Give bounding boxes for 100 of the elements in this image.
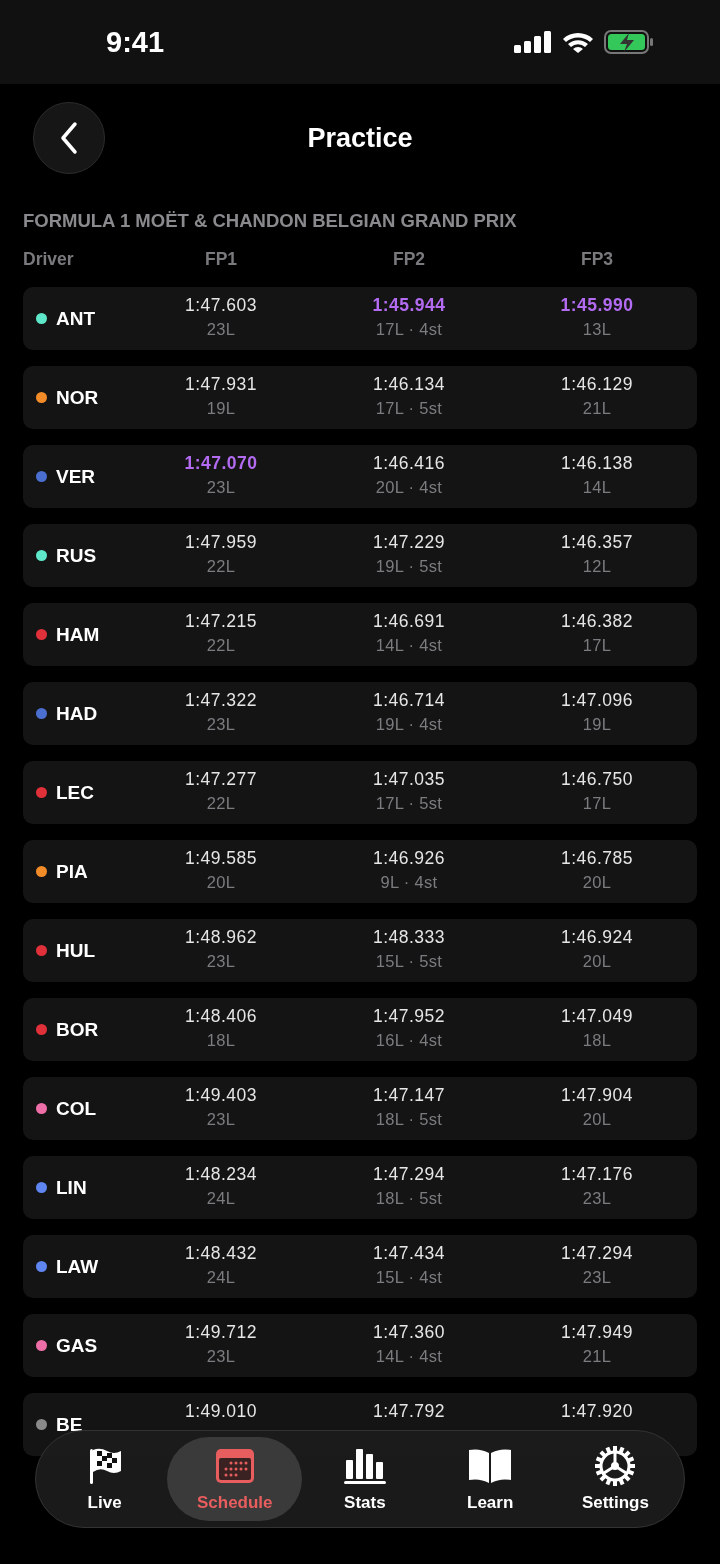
- lap-count: 23L: [206, 951, 236, 971]
- lap-count: 17L: [582, 793, 612, 813]
- lap-count: 22L: [206, 635, 236, 655]
- lap-time: 1:46.714: [372, 690, 446, 711]
- lap-count: 21L: [582, 398, 612, 418]
- lap-time: 1:47.035: [372, 769, 446, 790]
- lap-time: 1:46.691: [372, 611, 446, 632]
- lap-count: 18L: [206, 1030, 236, 1050]
- lap-count: 18L: [582, 1030, 612, 1050]
- lap-time: 1:49.712: [184, 1322, 258, 1343]
- lap-count: 14L · 4st: [375, 635, 443, 655]
- lap-count: 23L: [206, 714, 236, 734]
- lap-count: 22L: [206, 556, 236, 576]
- lap-time: 1:47.949: [560, 1322, 634, 1343]
- driver-code: LAW: [56, 1255, 99, 1278]
- lap-count: 24L: [206, 1188, 236, 1208]
- lap-time: 1:48.234: [184, 1164, 258, 1185]
- lap-time: 1:47.229: [372, 532, 446, 553]
- lap-count: 23L: [206, 319, 236, 339]
- lap-count: 21L: [582, 1346, 612, 1366]
- driver-code: GAS: [56, 1334, 98, 1357]
- calendar-icon: [214, 1448, 255, 1484]
- lap-time: 1:47.070: [184, 453, 258, 474]
- checkered-flag-icon: [87, 1447, 122, 1485]
- driver-code: VER: [56, 465, 96, 488]
- lap-time: 1:49.585: [184, 848, 258, 869]
- lap-time: 1:47.294: [372, 1164, 446, 1185]
- lap-count: 20L: [206, 872, 236, 892]
- lap-time: 1:46.750: [560, 769, 634, 790]
- wifi-icon: [562, 31, 594, 53]
- page-title: Practice: [307, 122, 413, 155]
- driver-row[interactable]: PIA 1:49.585 20L 1:46.926 9L · 4st 1:46.785 20L: [23, 840, 697, 903]
- lap-count: 23L: [582, 1188, 612, 1208]
- lap-count: 20L · 4st: [375, 477, 443, 497]
- driver-code: LIN: [56, 1176, 87, 1199]
- lap-count: 14L: [582, 477, 612, 497]
- lap-time: 1:46.382: [560, 611, 634, 632]
- driver-row[interactable]: HAD 1:47.322 23L 1:46.714 19L · 4st 1:47.096 19L: [23, 682, 697, 745]
- lap-time: 1:47.959: [184, 532, 258, 553]
- driver-row[interactable]: GAS 1:49.712 23L 1:47.360 14L · 4st 1:47.949 21L: [23, 1314, 697, 1377]
- lap-count: 15L · 5st: [375, 951, 443, 971]
- driver-code: PIA: [56, 860, 88, 883]
- column-header: FP1: [204, 248, 238, 270]
- lap-time: 1:47.096: [560, 690, 634, 711]
- settings-icon: [594, 1445, 637, 1487]
- lap-count: 9L · 4st: [380, 872, 438, 892]
- lap-count: 14L · 4st: [375, 1346, 443, 1366]
- lap-count: 13L: [582, 319, 612, 339]
- lap-time: 1:47.277: [184, 769, 258, 790]
- driver-row[interactable]: LAW 1:48.432 24L 1:47.434 15L · 4st 1:47.294 23L: [23, 1235, 697, 1298]
- lap-time: 1:48.333: [372, 927, 446, 948]
- column-header: FP2: [392, 248, 426, 270]
- lap-time: 1:47.215: [184, 611, 258, 632]
- lap-count: 19L · 5st: [375, 556, 443, 576]
- lap-time: 1:47.931: [184, 374, 258, 395]
- lap-count: 19L: [582, 714, 612, 734]
- driver-row[interactable]: COL 1:49.403 23L 1:47.147 18L · 5st 1:47.904 20L: [23, 1077, 697, 1140]
- lap-time: 1:47.434: [372, 1243, 446, 1264]
- driver-code: BOR: [56, 1018, 99, 1041]
- signal-icon: [514, 31, 552, 53]
- driver-row[interactable]: ANT 1:47.603 23L 1:45.944 17L · 4st 1:45.990 13L: [23, 287, 697, 350]
- lap-time: 1:45.944: [372, 295, 446, 316]
- lap-count: 17L: [582, 635, 612, 655]
- lap-count: 20L: [582, 951, 612, 971]
- clock: 9:41: [106, 25, 165, 59]
- driver-row[interactable]: BOR 1:48.406 18L 1:47.952 16L · 4st 1:47.049 18L: [23, 998, 697, 1061]
- driver-row[interactable]: NOR 1:47.931 19L 1:46.134 17L · 5st 1:46.129 21L: [23, 366, 697, 429]
- lap-time: 1:46.416: [372, 453, 446, 474]
- lap-count: 23L: [206, 1346, 236, 1366]
- driver-row[interactable]: LEC 1:47.277 22L 1:47.035 17L · 5st 1:46.750 17L: [23, 761, 697, 824]
- driver-row[interactable]: LIN 1:48.234 24L 1:47.294 18L · 5st 1:47.176 23L: [23, 1156, 697, 1219]
- lap-time: 1:48.962: [184, 927, 258, 948]
- event-title: FORMULA 1 MOËT & CHANDON BELGIAN GRAND PRIX: [23, 209, 518, 233]
- lap-count: 16L · 4st: [375, 1030, 443, 1050]
- lap-count: 23L: [582, 1267, 612, 1287]
- lap-time: 1:48.432: [184, 1243, 258, 1264]
- lap-time: 1:49.403: [184, 1085, 258, 1106]
- driver-code: HAM: [56, 623, 100, 646]
- lap-time: 1:47.360: [372, 1322, 446, 1343]
- driver-row[interactable]: RUS 1:47.959 22L 1:47.229 19L · 5st 1:46.357 12L: [23, 524, 697, 587]
- driver-row[interactable]: HAM 1:47.215 22L 1:46.691 14L · 4st 1:46.382 17L: [23, 603, 697, 666]
- lap-count: 17L · 4st: [375, 319, 443, 339]
- lap-count: 24L: [206, 1267, 236, 1287]
- driver-row[interactable]: VER 1:47.070 23L 1:46.416 20L · 4st 1:46.138 14L: [23, 445, 697, 508]
- lap-time: 1:47.176: [560, 1164, 634, 1185]
- driver-code: HUL: [56, 939, 96, 962]
- lap-count: 19L · 4st: [375, 714, 443, 734]
- lap-time: 1:48.406: [184, 1006, 258, 1027]
- lap-count: 17L · 5st: [375, 398, 443, 418]
- lap-time: 1:47.049: [560, 1006, 634, 1027]
- driver-code: BE: [56, 1413, 83, 1436]
- driver-code: HAD: [56, 702, 98, 725]
- lap-time: 1:47.792: [372, 1401, 446, 1422]
- column-header: FP3: [580, 248, 614, 270]
- battery-charging-icon: [604, 30, 654, 54]
- lap-time: 1:46.926: [372, 848, 446, 869]
- driver-code: LEC: [56, 781, 94, 804]
- lap-time: 1:47.603: [184, 295, 258, 316]
- lap-count: 19L: [206, 398, 236, 418]
- driver-row[interactable]: HUL 1:48.962 23L 1:48.333 15L · 5st 1:46.924 20L: [23, 919, 697, 982]
